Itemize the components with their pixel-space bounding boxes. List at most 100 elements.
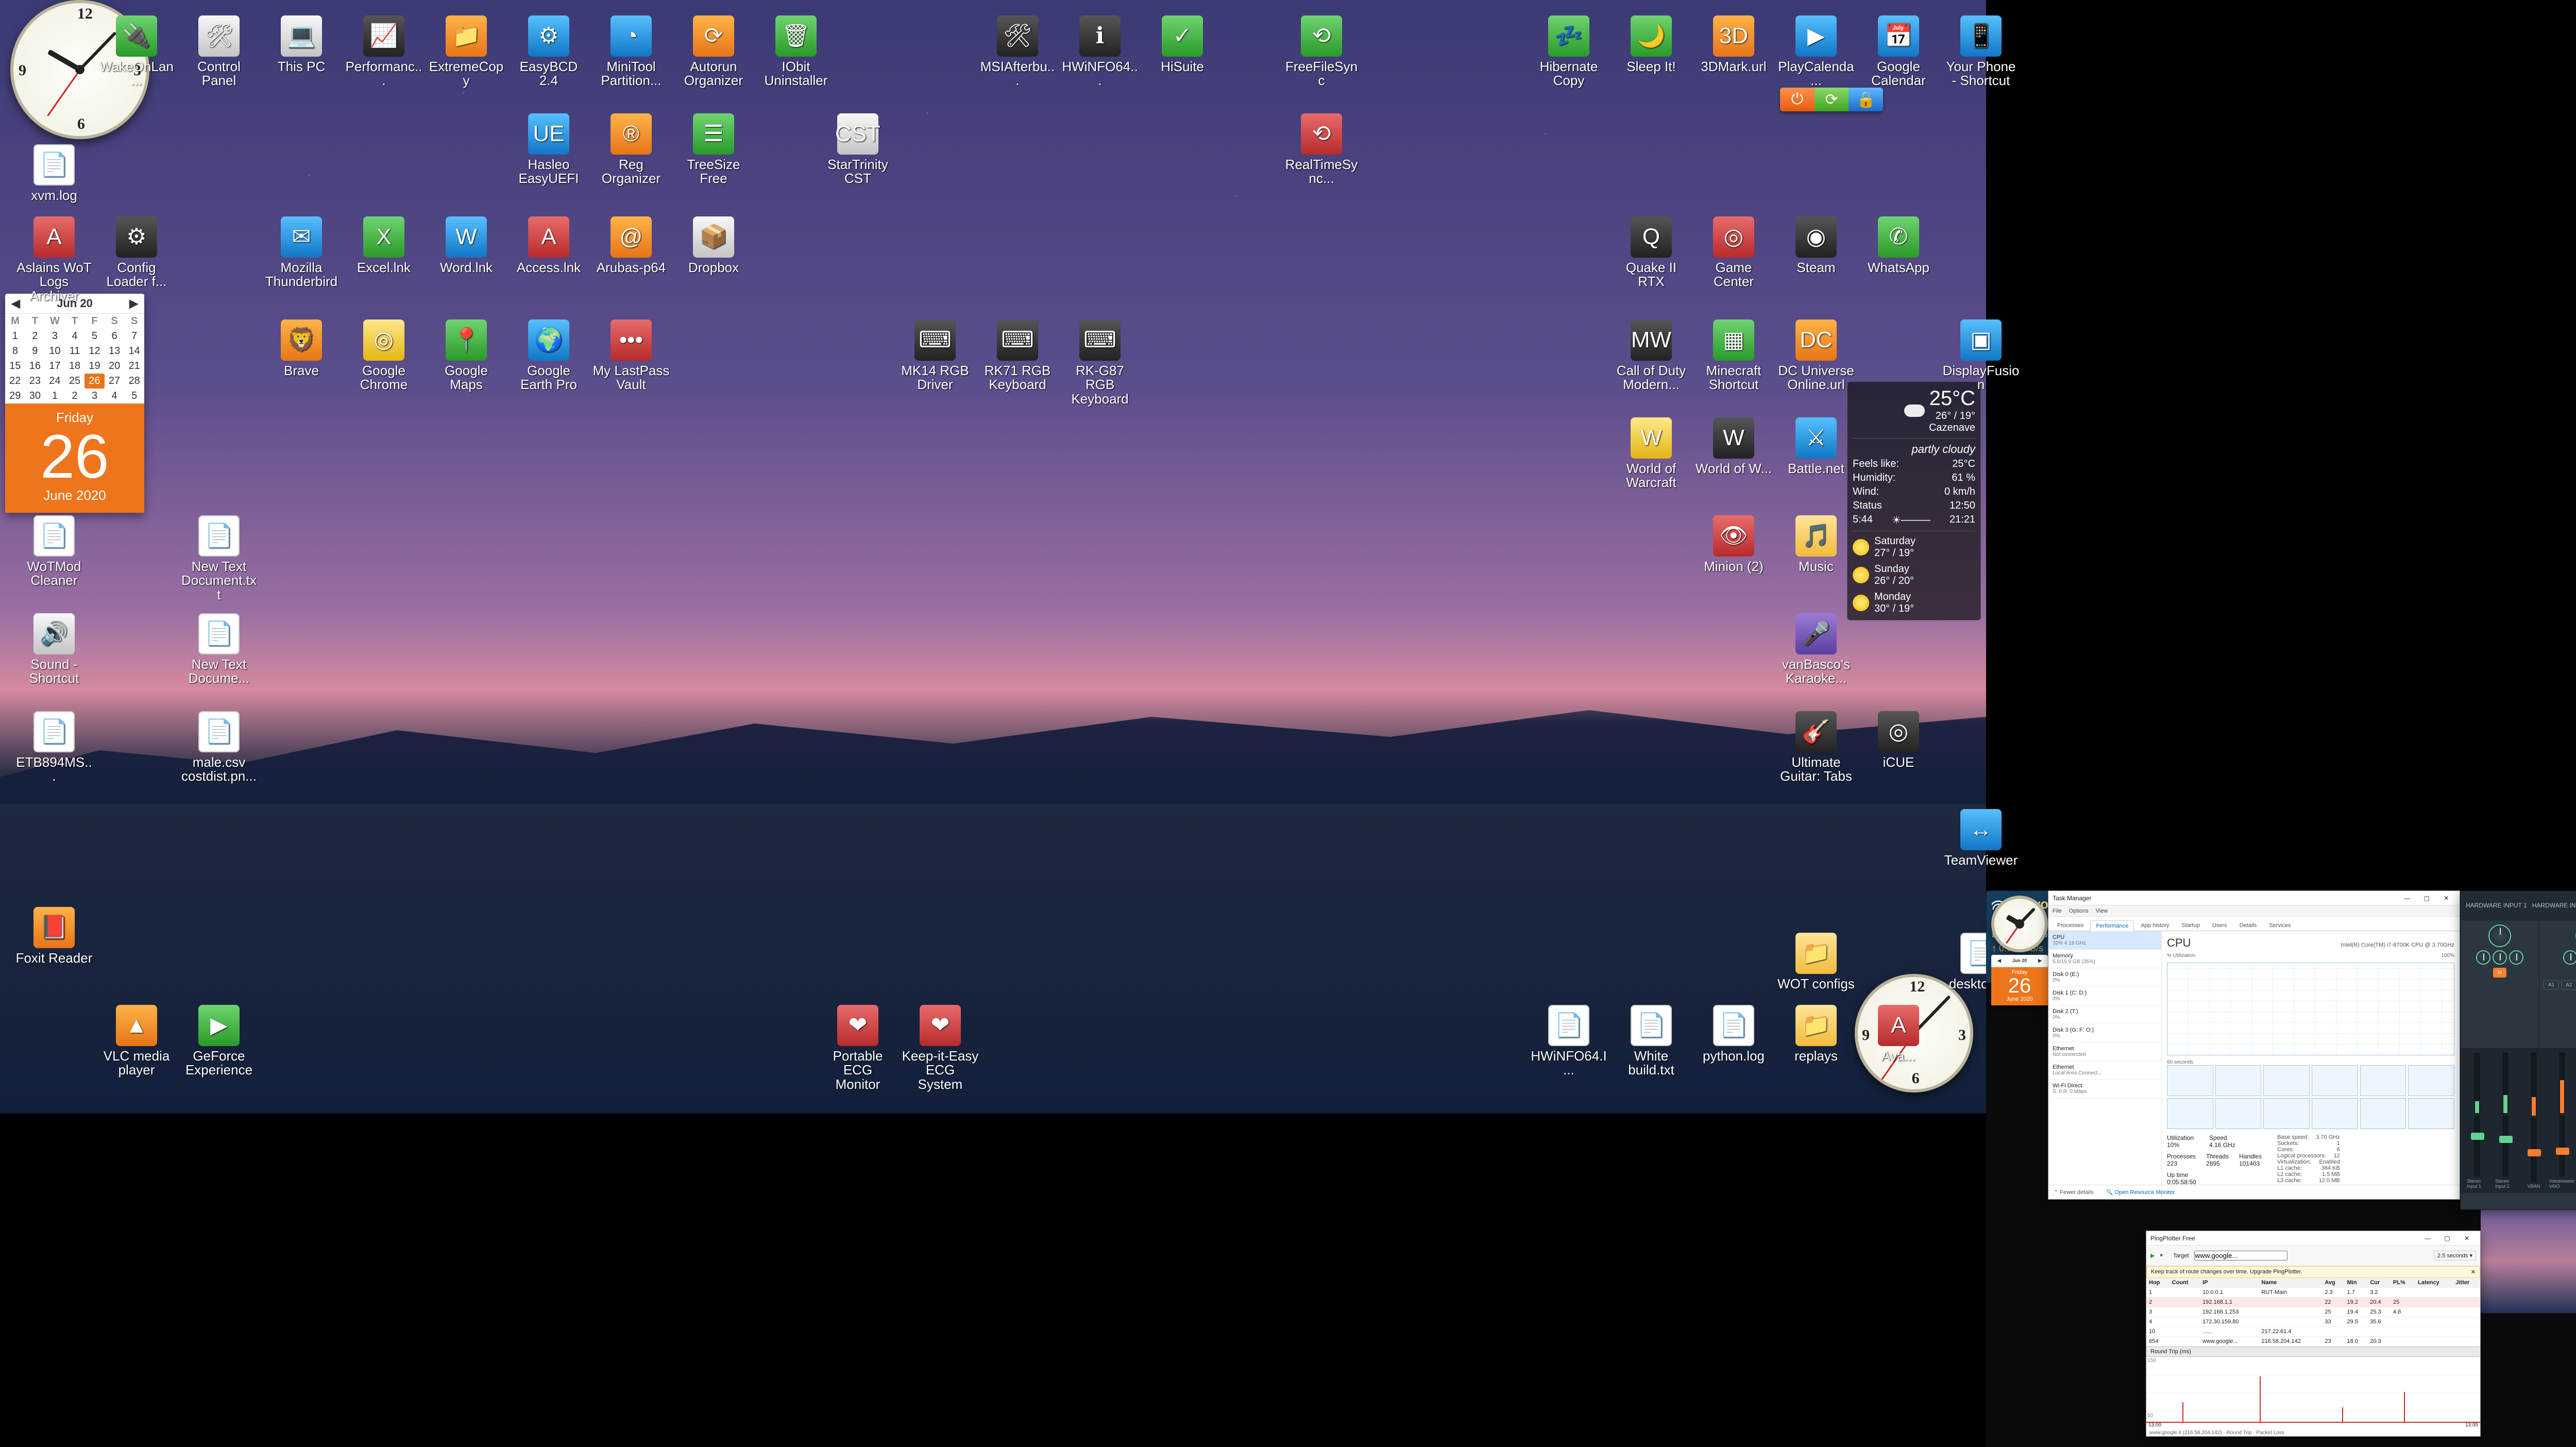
analog-clock-gadget-mon2[interactable] <box>1991 896 2048 952</box>
desktop-icon[interactable]: 📄python.log <box>1695 1005 1772 1063</box>
maximize-button[interactable]: ▢ <box>2417 893 2436 903</box>
desktop-icon[interactable]: 🌍Google Earth Pro <box>510 319 587 392</box>
pingplotter-window[interactable]: PingPlotter Free ―▢✕ ▶ ⏸ Target 2.5 seco… <box>2146 1231 2481 1437</box>
col-header[interactable]: PL% <box>2391 1278 2415 1288</box>
eq-knob[interactable] <box>2476 950 2490 965</box>
pause-button[interactable]: ⏸ <box>2160 1252 2163 1259</box>
desktop-icon[interactable]: 📕Foxit Reader <box>15 907 93 965</box>
desktop-icon[interactable]: 📁WOT configs <box>1777 933 1855 991</box>
banner-close-icon[interactable]: ✕ <box>2471 1269 2476 1275</box>
desktop-icon[interactable]: 📄ETB894MS... <box>15 711 93 784</box>
minimize-button[interactable]: ― <box>2398 893 2416 903</box>
mute-button[interactable]: M <box>2493 968 2506 978</box>
fader-strip[interactable]: VBAN <box>2523 1053 2544 1189</box>
desktop-icon[interactable]: ℹHWiNFO64... <box>1061 15 1139 88</box>
desktop-icon[interactable]: DCDC Universe Online.url <box>1777 319 1855 392</box>
desktop-icon[interactable]: 🗑IObit Uninstaller <box>757 15 835 88</box>
desktop-icon[interactable]: ⚔Battle.net <box>1777 417 1855 476</box>
hop-row[interactable]: 3192.168.1.2532519.425.34.8 <box>2146 1307 2480 1317</box>
voicemeeter-window[interactable]: HARDWARE INPUT 1 HARDWARE INPUT 2 VIRTUA… <box>2460 890 2576 1210</box>
desktop-icon[interactable]: 🦁Brave <box>263 319 340 378</box>
desktop-icon[interactable]: ⌨RK-G87 RGB Keyboard <box>1061 319 1139 406</box>
close-button[interactable]: ✕ <box>2437 893 2455 903</box>
fader-strip[interactable]: Voicemeeter VAIO <box>2552 1053 2572 1189</box>
desktop-icon[interactable]: ◉Steam <box>1777 216 1855 275</box>
calendar-gadget-mon2[interactable]: ◀Jun 20▶ Friday 26 June 2020 <box>1991 955 2048 1005</box>
desktop-icon[interactable]: ▲VLC media player <box>98 1005 175 1078</box>
desktop-icon[interactable]: ❤Keep-it-Easy ECG System <box>902 1005 979 1091</box>
fader-track[interactable] <box>2503 1116 2508 1176</box>
eq-knob[interactable] <box>2509 950 2523 965</box>
fader-track[interactable] <box>2560 1116 2565 1176</box>
desktop-icon[interactable]: ✉Mozilla Thunderbird <box>263 216 340 289</box>
hop-row[interactable]: 654www.google...216.58.204.1422318.020.3 <box>2146 1337 2480 1347</box>
desktop-icon[interactable]: 🛠Control Panel <box>180 15 258 88</box>
desktop-icon[interactable]: ⚙Config Loader f... <box>98 216 175 289</box>
perf-side-item[interactable]: Memory5.6/15.9 GB (35%) <box>2048 950 2161 968</box>
desktop-icon[interactable]: ◎iCUE <box>1860 711 1937 769</box>
titlebar[interactable]: Task Manager ― ▢ ✕ <box>2048 891 2460 905</box>
desktop-icon[interactable]: XExcel.lnk <box>345 216 422 275</box>
desktop-icon[interactable]: 📈Performanc... <box>345 15 422 88</box>
col-header[interactable]: Name <box>2259 1278 2322 1288</box>
desktop-icon[interactable]: ⌨MK14 RGB Driver <box>896 319 974 392</box>
desktop-icon[interactable]: 🔊Sound - Shortcut <box>15 613 93 686</box>
col-header[interactable]: Min <box>2345 1278 2368 1288</box>
desktop-icon[interactable]: WWorld of W... <box>1695 417 1772 476</box>
maximize-button[interactable]: ▢ <box>2438 1233 2456 1243</box>
desktop-icon[interactable]: 📁ExtremeCopy <box>428 15 505 88</box>
desktop-icon[interactable]: 📦Dropbox <box>675 216 752 275</box>
desktop-icon[interactable]: @Arubas-p64 <box>592 216 670 275</box>
fewer-details-toggle[interactable]: ⌃ Fewer details <box>2054 1189 2094 1196</box>
perf-side-item[interactable]: Disk 2 (T:)0% <box>2048 1005 2161 1024</box>
eq-knob[interactable] <box>2563 950 2576 965</box>
desktop-icon[interactable]: 💻This PC <box>263 15 340 74</box>
perf-side-item[interactable]: EthernetLocal Area Connect... <box>2048 1061 2161 1080</box>
tab[interactable]: App history <box>2135 920 2175 931</box>
hop-row[interactable]: 10......217.22.61.4 <box>2146 1327 2480 1337</box>
col-header[interactable]: Latency <box>2415 1278 2453 1288</box>
desktop-icon[interactable]: ▦Minecraft Shortcut <box>1695 319 1772 392</box>
desktop-icon[interactable]: 📄xvm.log <box>15 144 93 203</box>
perf-side-item[interactable]: EthernetNot connected <box>2048 1042 2161 1061</box>
desktop-icon[interactable]: ⟲FreeFileSync <box>1283 15 1360 88</box>
desktop-icon[interactable]: ◔MiniTool Partition... <box>592 15 670 88</box>
fader-track[interactable] <box>2475 1116 2480 1176</box>
fader-strip[interactable]: Stereo Input 2 <box>2495 1053 2516 1189</box>
fader-track[interactable] <box>2531 1118 2536 1182</box>
desktop-icon[interactable]: 📍Google Maps <box>428 319 505 392</box>
desktop-icon[interactable]: 📄male.csv costdist.pn... <box>180 711 258 784</box>
menu-item[interactable]: File <box>2053 908 2062 914</box>
col-header[interactable]: Avg <box>2322 1278 2344 1288</box>
col-header[interactable]: Count <box>2170 1278 2200 1288</box>
round-trip-graph[interactable]: 150 50 13:00 13:05 <box>2146 1357 2480 1429</box>
desktop-icon[interactable]: ◎Google Chrome <box>345 319 422 392</box>
input-panel-2[interactable]: 1.8 A1A2A3B1B2 <box>2539 920 2576 1048</box>
desktop-icon[interactable]: 3D3DMark.url <box>1695 15 1772 74</box>
hop-row[interactable]: 110.0.0.1RUT-Main2.31.73.2 <box>2146 1288 2480 1298</box>
col-header[interactable]: Hop <box>2146 1278 2170 1288</box>
bus-button[interactable]: A2 <box>2561 980 2576 990</box>
desktop-icon[interactable]: ⚙EasyBCD 2.4 <box>510 15 587 88</box>
desktop-icon[interactable]: 📱Your Phone - Shortcut <box>1942 15 2020 88</box>
tab[interactable]: Performance <box>2090 920 2134 931</box>
desktop-icon[interactable]: 🛠MSIAfterbu... <box>979 15 1056 88</box>
menu-item[interactable]: View <box>2096 908 2108 914</box>
desktop-icon[interactable]: ⟳Autorun Organizer <box>675 15 752 88</box>
desktop-icon[interactable]: 📄New Text Docume... <box>180 613 258 686</box>
desktop-icon[interactable]: 📄WoTMod Cleaner <box>15 515 93 588</box>
desktop-icon[interactable]: WWord.lnk <box>428 216 505 275</box>
start-button[interactable]: ▶ <box>2150 1252 2155 1259</box>
task-manager-window[interactable]: Task Manager ― ▢ ✕ FileOptionsView Proce… <box>2048 890 2460 1200</box>
desktop-icon[interactable]: MWCall of Duty Modern... <box>1613 319 1690 392</box>
desktop-icon[interactable]: ☰TreeSize Free <box>675 113 752 186</box>
desktop-icon[interactable]: 🔌WakeOnLan... <box>98 15 175 88</box>
open-resmon-link[interactable]: 🔍 Open Resource Monitor <box>2106 1189 2175 1196</box>
desktop-icon[interactable]: CSTStarTrinity CST <box>819 113 896 186</box>
tab[interactable]: Users <box>2207 920 2233 931</box>
perf-side-item[interactable]: Disk 0 (E:)0% <box>2048 968 2161 987</box>
desktop-icon[interactable]: QQuake II RTX <box>1613 216 1690 289</box>
desktop-icon[interactable]: ⟲RealTimeSync... <box>1283 113 1360 186</box>
perf-side-item[interactable]: Disk 3 (G: F: O:)0% <box>2048 1024 2161 1042</box>
desktop-icon[interactable]: AAva... <box>1860 1005 1937 1063</box>
